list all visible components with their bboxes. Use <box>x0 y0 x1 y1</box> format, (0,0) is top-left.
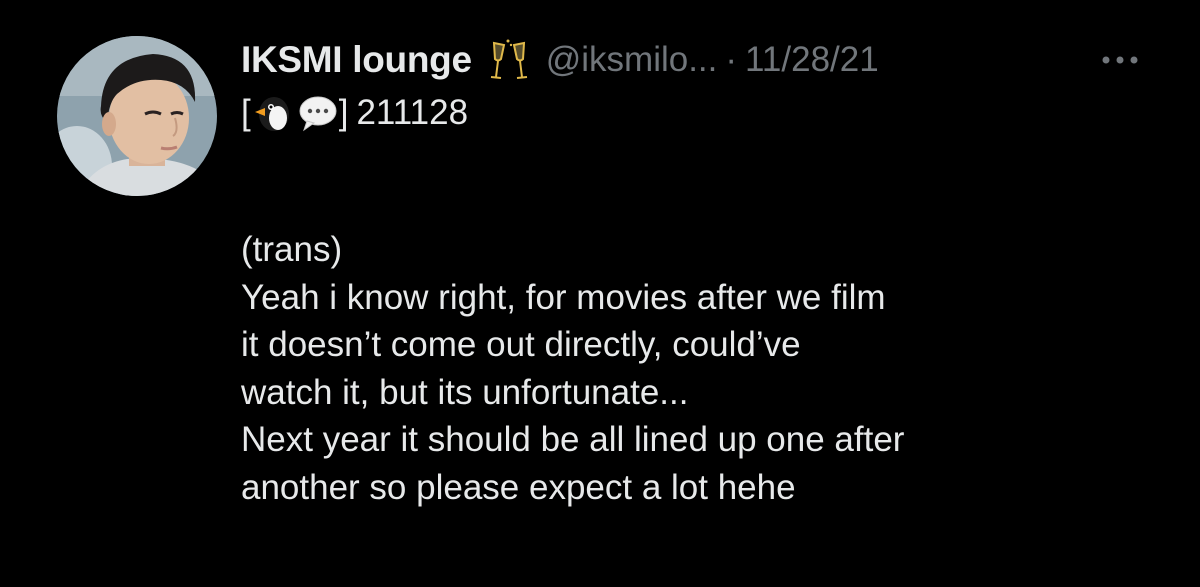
tweet-body-line: Yeah i know right, for movies after we f… <box>241 277 886 317</box>
open-bracket: [ <box>241 93 251 132</box>
header-separator: · <box>725 40 738 79</box>
tweet-body-line: it doesn’t come out directly, could’ve <box>241 325 801 364</box>
more-options-icon[interactable] <box>1097 50 1143 70</box>
user-handle[interactable]: @iksmilo... <box>546 40 718 80</box>
avatar-photo <box>57 36 217 196</box>
tweet-date[interactable]: 11/28/21 <box>745 40 879 80</box>
tweet-header: IKSMI lounge @iksmilo... · 11/28/21 <box>241 32 1161 88</box>
clinking-glasses-icon <box>486 37 532 83</box>
close-bracket: ] <box>338 93 349 132</box>
tweet-body-line: (trans) <box>241 230 343 269</box>
display-name[interactable]: IKSMI lounge <box>241 39 472 81</box>
tweet-code: 211128 <box>356 93 469 132</box>
tweet-content: IKSMI lounge @iksmilo... · 11/28/21 [] … <box>241 32 1161 511</box>
tweet-body-line: another so please expect a lot hehe <box>241 467 796 507</box>
tweet-tag-line: [ ] 211128 <box>241 88 1161 138</box>
avatar[interactable] <box>57 36 217 196</box>
speech-balloon-icon <box>297 92 339 134</box>
tweet-body-line: Next year it should be all lined up one … <box>241 420 905 459</box>
penguin-icon <box>251 92 293 134</box>
tweet-body-line: watch it, but its unfortunate... <box>241 372 689 412</box>
tweet-body: (trans) Yeah i know right, for movies af… <box>241 226 1161 511</box>
tweet-card[interactable]: IKSMI lounge @iksmilo... · 11/28/21 [] … <box>0 0 1200 587</box>
